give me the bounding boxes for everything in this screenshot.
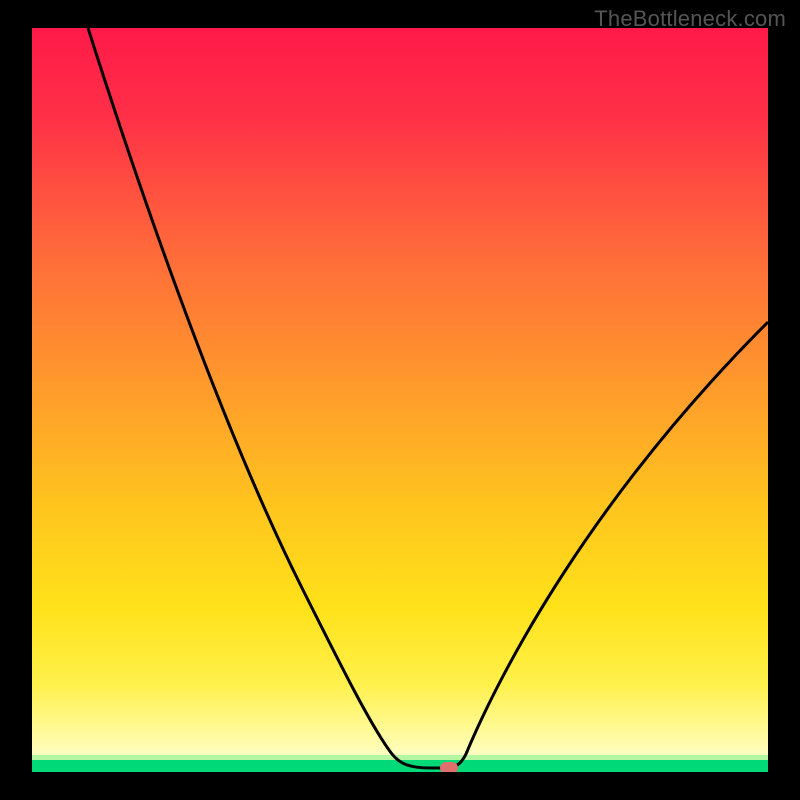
plot-area	[32, 28, 768, 772]
optimal-point-marker	[440, 762, 458, 772]
gradient-background	[32, 28, 768, 772]
plot-svg	[32, 28, 768, 772]
green-transition	[32, 755, 768, 760]
figure-root: TheBottleneck.com	[0, 0, 800, 800]
watermark-text: TheBottleneck.com	[594, 6, 786, 32]
